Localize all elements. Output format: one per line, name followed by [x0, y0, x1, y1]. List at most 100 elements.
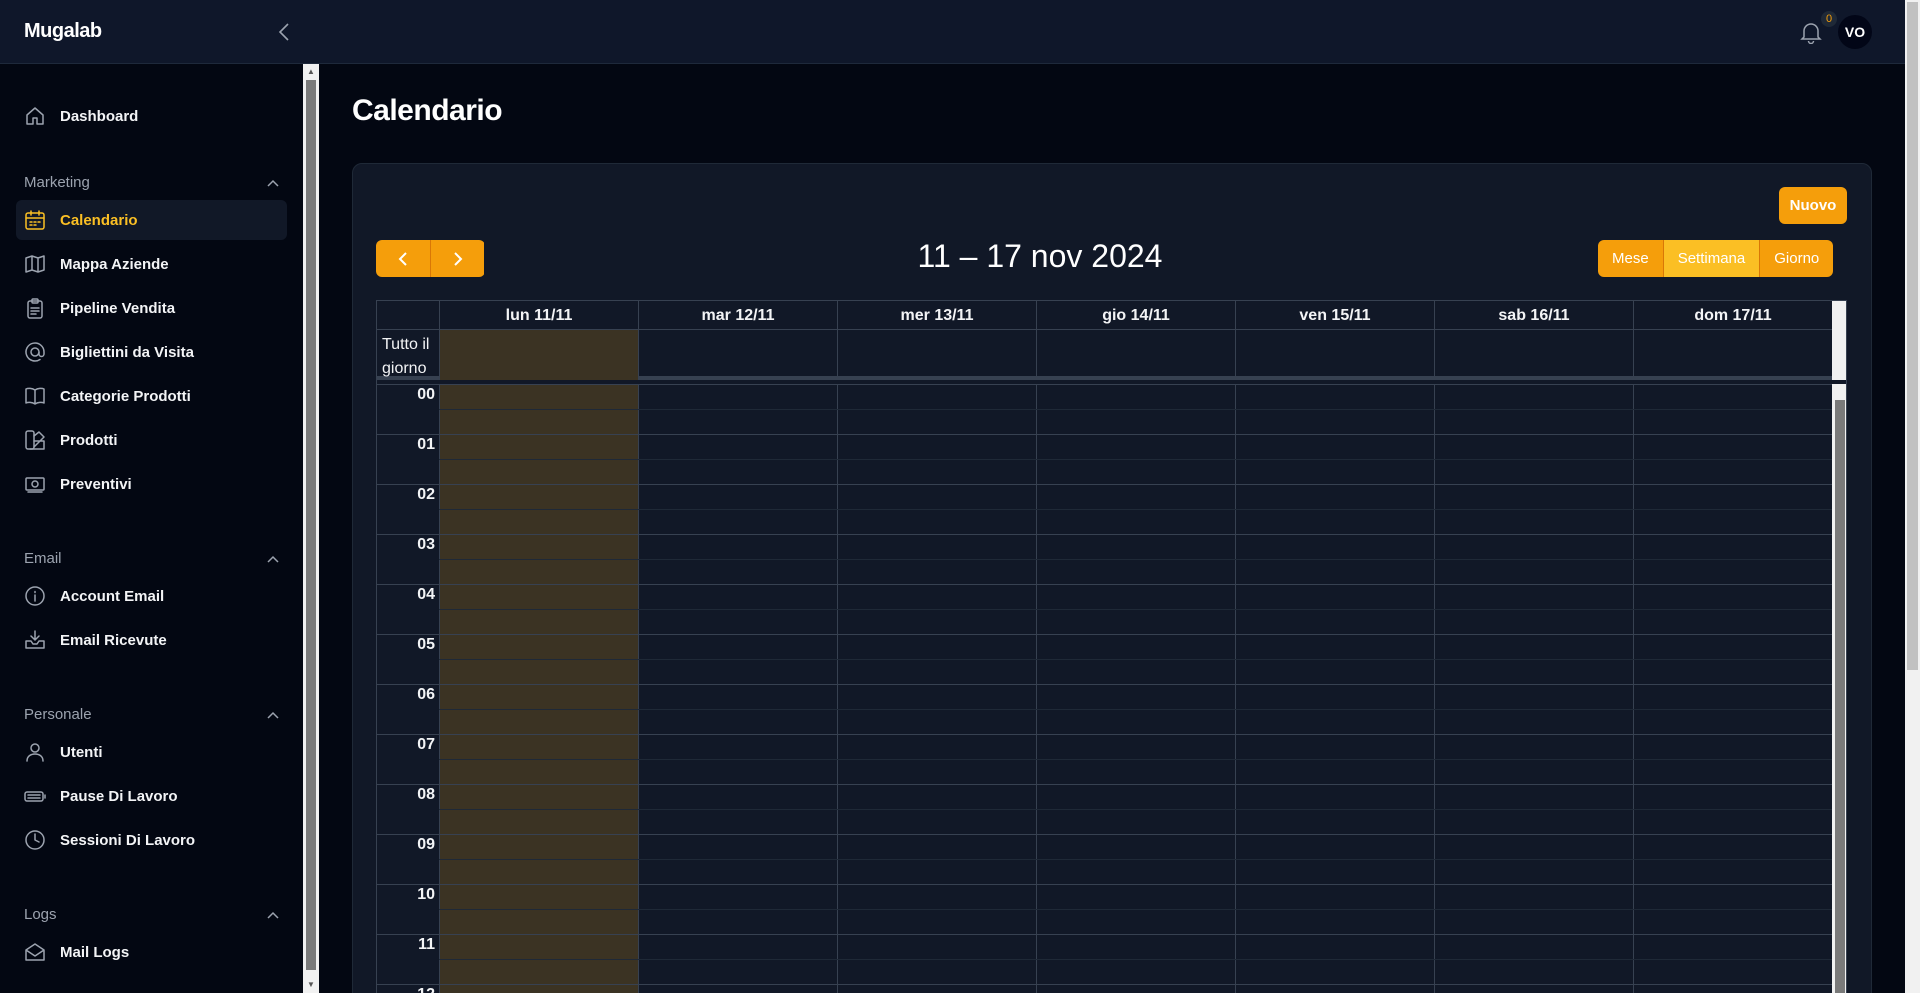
all-day-scrollbar[interactable] [1832, 301, 1846, 380]
hour-label: 03 [417, 536, 435, 553]
sidebar-item-mappa-aziende[interactable]: Mappa Aziende [16, 244, 287, 284]
time-grid-scrollbar[interactable] [1832, 384, 1846, 993]
time-grid[interactable]: 00 01 02 03 04 05 06 07 08 09 10 11 12 [377, 384, 1846, 993]
sidebar-item-calendario[interactable]: Calendario [16, 200, 287, 240]
half-hour-line [439, 509, 1832, 510]
nav-group-logs[interactable]: Logs [24, 902, 279, 926]
next-week-button[interactable] [430, 240, 484, 277]
home-icon [24, 105, 46, 127]
day-header[interactable]: mar 12/11 [638, 301, 837, 330]
hour-label: 01 [417, 436, 435, 453]
sidebar-item-label: Prodotti [60, 431, 118, 449]
all-day-cell[interactable] [837, 330, 1036, 380]
nav-group-email[interactable]: Email [24, 546, 279, 570]
bell-icon[interactable] [1800, 20, 1822, 45]
prev-week-button[interactable] [376, 240, 430, 277]
info-icon [24, 585, 46, 607]
all-day-cell[interactable] [1434, 330, 1633, 380]
sidebar-item-label: Pipeline Vendita [60, 299, 176, 317]
hour-label: 08 [417, 786, 435, 803]
nav-group-personale[interactable]: Personale [24, 702, 279, 726]
hour-label: 07 [417, 736, 435, 753]
sidebar-item-label: Categorie Prodotti [60, 387, 191, 405]
sidebar-item-account-email[interactable]: Account Email [16, 576, 287, 616]
day-header[interactable]: ven 15/11 [1235, 301, 1434, 330]
nav-group-marketing[interactable]: Marketing [24, 170, 279, 194]
sidebar-item-preventivi[interactable]: Preventivi [16, 464, 287, 504]
half-hour-line [439, 459, 1832, 460]
week-calendar: lun 11/11 mar 12/11 mer 13/11 gio 14/11 ven … [376, 300, 1847, 993]
hour-label: 05 [417, 636, 435, 653]
notification-badge: 0 [1821, 11, 1837, 27]
sidebar-item-label: Dashboard [60, 107, 139, 125]
sidebar-item-email-ricevute[interactable]: Email Ricevute [16, 620, 287, 660]
sidebar-item-label: Mail Logs [60, 943, 130, 961]
view-settimana-button[interactable]: Settimana [1662, 240, 1760, 277]
calendar-icon [24, 209, 46, 231]
half-hour-line [439, 609, 1832, 610]
sidebar-item-pause-di-lavoro[interactable]: Pause Di Lavoro [16, 776, 287, 816]
sidebar-item-categorie-prodotti[interactable]: Categorie Prodotti [16, 376, 287, 416]
hour-label: 09 [417, 836, 435, 853]
calendar-header: lun 11/11 mar 12/11 mer 13/11 gio 14/11 ven … [377, 301, 1846, 330]
chevron-left-icon[interactable] [274, 20, 294, 44]
all-day-cell[interactable] [1633, 330, 1832, 380]
day-header[interactable]: mer 13/11 [837, 301, 1036, 330]
sidebar-item-label: Sessioni Di Lavoro [60, 831, 196, 849]
all-day-cell[interactable] [638, 330, 837, 380]
hour-label: 02 [417, 486, 435, 503]
sidebar-scrollbar[interactable]: ▲ ▼ [303, 64, 319, 993]
half-hour-line [439, 709, 1832, 710]
sidebar-item-label: Mappa Aziende [60, 255, 169, 273]
new-event-button[interactable]: Nuovo [1779, 187, 1847, 224]
view-mese-button[interactable]: Mese [1598, 240, 1663, 277]
sidebar-item-bigliettini-da-visita[interactable]: Bigliettini da Visita [16, 332, 287, 372]
hour-label: 06 [417, 686, 435, 703]
clipboard-icon [24, 297, 46, 319]
chevron-left-icon [398, 251, 407, 266]
day-header[interactable]: sab 16/11 [1434, 301, 1633, 330]
chevron-up-icon [267, 550, 279, 567]
nav-group-label: Email [24, 549, 62, 567]
hour-label: 11 [418, 936, 435, 953]
day-header[interactable]: gio 14/11 [1036, 301, 1235, 330]
sidebar-item-prodotti[interactable]: Prodotti [16, 420, 287, 460]
chevron-up-icon [267, 174, 279, 191]
sidebar-item-utenti[interactable]: Utenti [16, 732, 287, 772]
half-hour-line [439, 659, 1832, 660]
view-switcher: Mese Settimana Giorno [1598, 240, 1834, 277]
half-hour-line [439, 409, 1832, 410]
sidebar-item-label: Calendario [60, 211, 138, 229]
clock-icon [24, 829, 46, 851]
sidebar-item-pipeline-vendita[interactable]: Pipeline Vendita [16, 288, 287, 328]
all-day-cell[interactable] [1036, 330, 1235, 380]
hour-label: 04 [417, 586, 435, 603]
inbox-icon [24, 629, 46, 651]
book-icon [24, 385, 46, 407]
sidebar-item-mail-logs[interactable]: Mail Logs [16, 932, 287, 972]
avatar[interactable]: VO [1838, 15, 1872, 49]
calendar-nav [376, 240, 485, 277]
day-header[interactable]: dom 17/11 [1633, 301, 1832, 330]
page-scrollbar[interactable] [1905, 0, 1920, 993]
hour-row [377, 984, 1832, 993]
all-day-cell[interactable] [439, 330, 638, 380]
half-hour-line [439, 559, 1832, 560]
at-sign-icon [24, 341, 46, 363]
half-hour-line [439, 759, 1832, 760]
hour-label: 00 [417, 386, 435, 403]
map-icon [24, 253, 46, 275]
sidebar-item-sessioni-di-lavoro[interactable]: Sessioni Di Lavoro [16, 820, 287, 860]
half-hour-line [439, 959, 1832, 960]
chevron-up-icon [267, 906, 279, 923]
view-giorno-button[interactable]: Giorno [1759, 240, 1834, 277]
sidebar-item-dashboard[interactable]: Dashboard [16, 96, 287, 136]
all-day-row: Tutto il giorno [377, 330, 1846, 380]
brand-logo[interactable]: Mugalab [24, 20, 102, 43]
sidebar-item-label: Bigliettini da Visita [60, 343, 194, 361]
half-hour-line [439, 859, 1832, 860]
all-day-cell[interactable] [1235, 330, 1434, 380]
cash-icon [24, 473, 46, 495]
top-bar: Mugalab 0 VO [0, 0, 1905, 64]
day-header[interactable]: lun 11/11 [439, 301, 638, 330]
